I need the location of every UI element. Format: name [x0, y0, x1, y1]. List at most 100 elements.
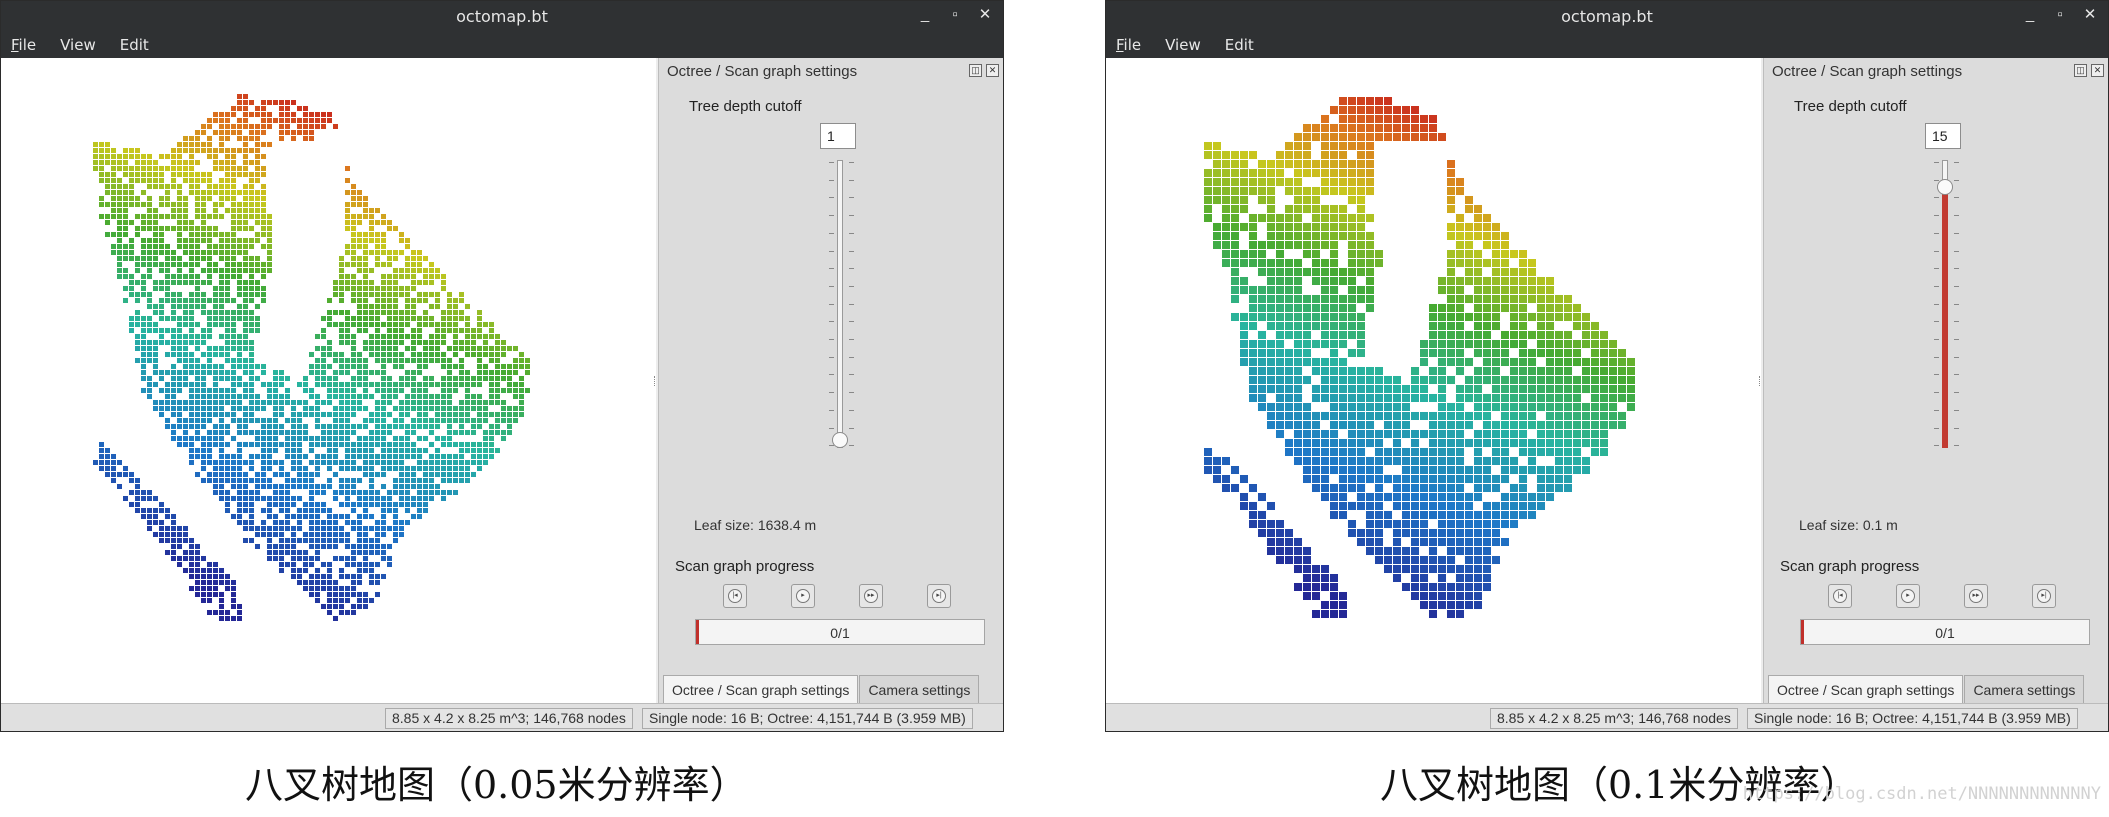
maximize-icon[interactable]: ▫: [947, 6, 963, 24]
minimize-icon[interactable]: _: [917, 6, 933, 24]
voxel: [369, 580, 374, 585]
voxel: [99, 466, 104, 471]
voxel: [1528, 448, 1536, 456]
3d-viewport[interactable]: [1, 58, 656, 704]
voxel: [297, 574, 302, 579]
menu-view[interactable]: View: [1165, 36, 1201, 54]
tab-octree-settings[interactable]: Octree / Scan graph settings: [1768, 675, 1964, 704]
voxel: [213, 388, 218, 393]
voxel: [1321, 466, 1329, 474]
play-button[interactable]: ▸: [791, 584, 815, 608]
tab-camera-settings[interactable]: Camera settings: [859, 675, 980, 704]
voxel: [195, 586, 200, 591]
voxel: [1240, 313, 1248, 321]
close-dock-icon[interactable]: ✕: [2091, 64, 2104, 77]
voxel: [135, 478, 140, 483]
voxel: [201, 304, 206, 309]
voxel: [261, 172, 266, 177]
voxel: [141, 256, 146, 261]
menu-file[interactable]: File: [1116, 36, 1141, 54]
step-forward-button[interactable]: ▸▸: [859, 584, 883, 608]
voxel: [453, 352, 458, 357]
voxel: [411, 478, 416, 483]
voxel: [225, 424, 230, 429]
voxel: [93, 154, 98, 159]
menu-file[interactable]: File: [11, 36, 36, 54]
maximize-icon[interactable]: ▫: [2052, 6, 2068, 24]
voxel: [417, 358, 422, 363]
voxel: [1555, 421, 1563, 429]
title-bar[interactable]: octomap.bt _ ▫ ✕: [1, 1, 1003, 31]
voxel: [111, 478, 116, 483]
tree-depth-spinbox[interactable]: 1: [820, 123, 856, 149]
close-dock-icon[interactable]: ✕: [986, 64, 999, 77]
voxel: [1402, 466, 1410, 474]
voxel: [267, 394, 272, 399]
voxel: [417, 418, 422, 423]
voxel: [1276, 430, 1284, 438]
voxel: [393, 388, 398, 393]
float-icon[interactable]: ◫: [2074, 64, 2087, 77]
voxel: [1321, 268, 1329, 276]
voxel: [225, 508, 230, 513]
voxel: [369, 220, 374, 225]
close-icon[interactable]: ✕: [2082, 6, 2098, 24]
minimize-icon[interactable]: _: [2022, 6, 2038, 24]
skip-end-button[interactable]: ▸|: [2032, 584, 2056, 608]
voxel: [159, 298, 164, 303]
skip-back-button[interactable]: |◂: [723, 584, 747, 608]
3d-viewport[interactable]: [1106, 58, 1761, 704]
slider-tick: [849, 356, 854, 358]
menu-view[interactable]: View: [60, 36, 96, 54]
voxel: [411, 502, 416, 507]
tab-octree-settings[interactable]: Octree / Scan graph settings: [663, 675, 859, 704]
voxel: [1294, 142, 1302, 150]
float-icon[interactable]: ◫: [969, 64, 982, 77]
title-bar[interactable]: octomap.bt _ ▫ ✕: [1106, 1, 2108, 31]
voxel: [1429, 394, 1437, 402]
voxel: [1411, 484, 1419, 492]
voxel: [1501, 358, 1509, 366]
voxel: [213, 166, 218, 171]
voxel: [1312, 223, 1320, 231]
voxel: [1465, 358, 1473, 366]
menu-edit[interactable]: Edit: [120, 36, 149, 54]
voxel: [291, 118, 296, 123]
voxel: [219, 130, 224, 135]
voxel: [291, 454, 296, 459]
voxel: [315, 118, 320, 123]
close-icon[interactable]: ✕: [977, 6, 993, 24]
voxel: [207, 568, 212, 573]
voxel: [219, 454, 224, 459]
play-button[interactable]: ▸: [1896, 584, 1920, 608]
voxel: [219, 418, 224, 423]
voxel: [1447, 322, 1455, 330]
voxel: [1456, 232, 1464, 240]
voxel: [165, 256, 170, 261]
settings-dock: Octree / Scan graph settings ◫ ✕ Tree de…: [658, 58, 1003, 704]
voxel: [375, 496, 380, 501]
voxel: [1339, 331, 1347, 339]
voxel: [351, 466, 356, 471]
voxel: [381, 232, 386, 237]
voxel: [183, 280, 188, 285]
voxel: [1240, 340, 1248, 348]
voxel: [375, 346, 380, 351]
voxel: [153, 358, 158, 363]
tab-camera-settings[interactable]: Camera settings: [1964, 675, 2085, 704]
menu-edit[interactable]: Edit: [1225, 36, 1254, 54]
skip-back-button[interactable]: |◂: [1828, 584, 1852, 608]
voxel: [369, 238, 374, 243]
tree-depth-spinbox[interactable]: 15: [1925, 123, 1961, 149]
step-forward-button[interactable]: ▸▸: [1964, 584, 1988, 608]
voxel: [1402, 412, 1410, 420]
voxel: [357, 526, 362, 531]
voxel: [267, 496, 272, 501]
voxel: [1330, 385, 1338, 393]
skip-end-button[interactable]: ▸|: [927, 584, 951, 608]
voxel: [171, 166, 176, 171]
voxel: [1240, 169, 1248, 177]
slider-tick: [1934, 374, 1939, 376]
voxel: [405, 472, 410, 477]
voxel: [405, 376, 410, 381]
